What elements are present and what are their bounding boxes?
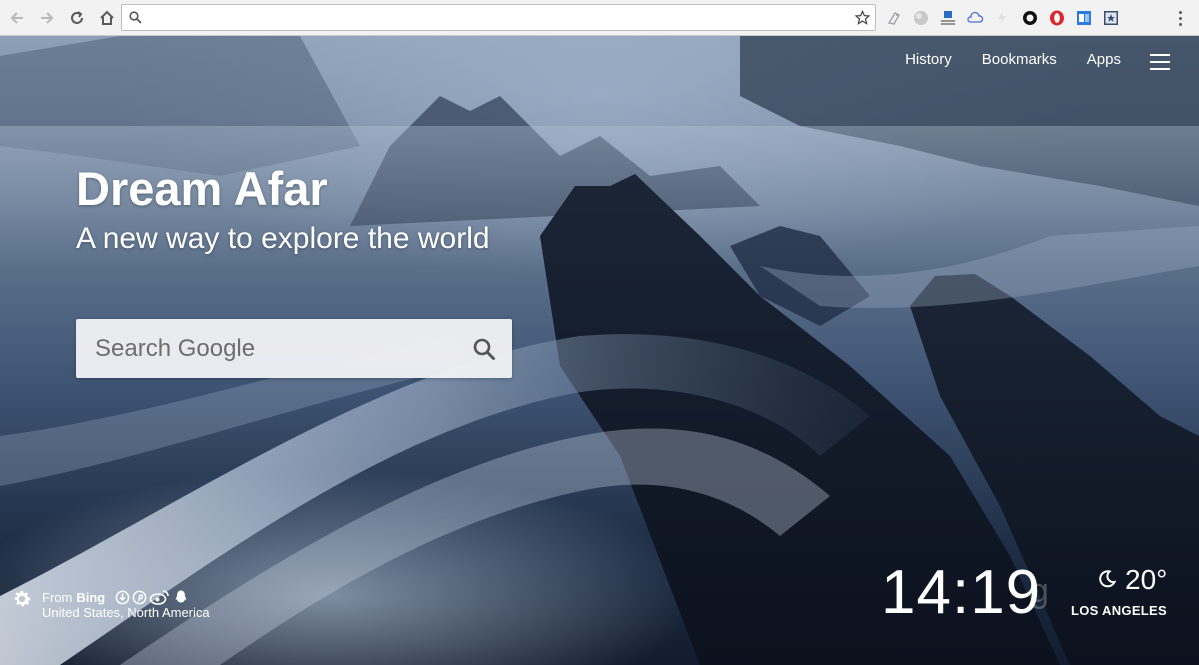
weather-widget[interactable]: 20° LOS ANGELES (1071, 564, 1167, 618)
address-bar[interactable] (121, 4, 876, 31)
opera-icon[interactable] (1046, 7, 1068, 29)
download-circle-icon[interactable] (115, 590, 130, 605)
moon-icon (1097, 564, 1117, 596)
settings-gear-icon[interactable] (11, 588, 33, 615)
back-arrow-icon (10, 11, 23, 24)
address-input[interactable] (148, 5, 849, 30)
window-icon[interactable] (1073, 7, 1095, 29)
search-input[interactable] (76, 319, 456, 378)
cloud-icon[interactable] (964, 7, 986, 29)
download-icon[interactable] (937, 7, 959, 29)
reload-icon (71, 10, 83, 24)
star-square-icon[interactable] (1100, 7, 1122, 29)
home-button[interactable] (94, 5, 120, 31)
tagger-icon[interactable] (883, 7, 905, 29)
extensions-bar (880, 0, 1125, 36)
credit-from-label: From (42, 589, 73, 605)
qq-icon[interactable] (173, 589, 189, 605)
page-title: Dream Afar (76, 162, 328, 215)
browser-menu-icon[interactable] (1170, 7, 1190, 29)
bookmark-star-icon[interactable] (849, 10, 875, 25)
clock-time: 14:19 (881, 558, 1042, 627)
globe-icon[interactable] (910, 7, 932, 29)
bookmarks-link[interactable]: Bookmarks (982, 51, 1057, 68)
history-link[interactable]: History (905, 51, 952, 68)
search-icon (122, 11, 148, 24)
home-icon (100, 10, 114, 25)
apps-link[interactable]: Apps (1087, 51, 1121, 68)
weather-temp: 20° (1125, 564, 1168, 595)
clock-ghost-text: g (1030, 572, 1049, 610)
credit-source[interactable]: Bing (76, 590, 105, 605)
bolt-icon[interactable] (991, 7, 1013, 29)
page-subtitle: A new way to explore the world (76, 222, 490, 255)
search-icon (473, 338, 495, 360)
browser-toolbar (0, 0, 1199, 36)
search-box (76, 319, 512, 378)
forward-button[interactable] (34, 5, 60, 31)
ring-icon[interactable] (1019, 7, 1041, 29)
weather-city: LOS ANGELES (1071, 603, 1167, 618)
credit-location: United States, North America (42, 605, 210, 620)
back-button[interactable] (4, 5, 30, 31)
forward-arrow-icon (41, 11, 54, 24)
weibo-icon[interactable] (149, 589, 171, 605)
photo-credit: From Bing United States, North America (42, 589, 210, 621)
share-icons (115, 589, 189, 605)
reload-button[interactable] (64, 5, 90, 31)
top-nav: History Bookmarks Apps (905, 51, 1121, 68)
search-button[interactable] (456, 319, 512, 378)
pinterest-icon[interactable] (132, 590, 147, 605)
hamburger-menu-icon[interactable] (1150, 54, 1170, 70)
